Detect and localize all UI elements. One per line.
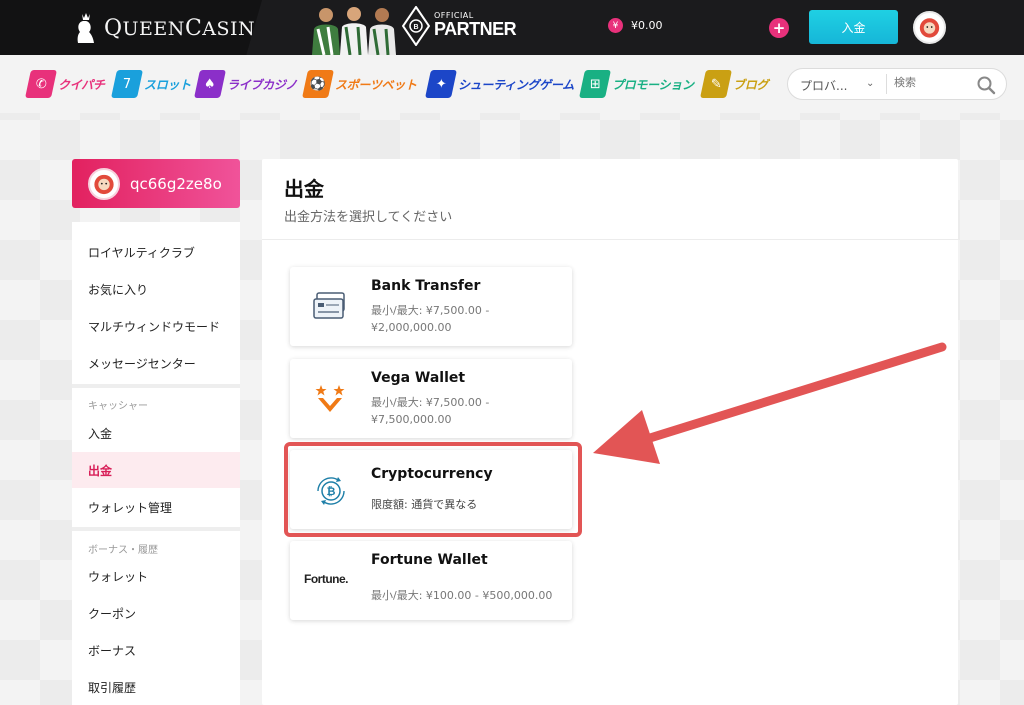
nav-label: スロット <box>144 77 191 92</box>
nav-label: スポーツベット <box>335 77 417 92</box>
nav-item-kuipachi[interactable]: ✆ クイパチ <box>25 69 105 99</box>
avatar[interactable] <box>913 11 946 44</box>
fortune-logo: Fortune. <box>304 572 349 586</box>
sidebar-item-bonus[interactable]: ボーナス <box>72 632 240 668</box>
sidebar-item-coupon[interactable]: クーポン <box>72 595 240 631</box>
avatar <box>88 167 120 200</box>
nav-item-blog[interactable]: ✎ ブログ <box>700 69 769 99</box>
nav-label: クイパチ <box>58 77 105 92</box>
sidebar-item-withdrawal[interactable]: 出金 <box>72 452 240 488</box>
sidebar-item-transaction-history[interactable]: 取引履歴 <box>72 669 240 705</box>
slot-icon: 7 <box>111 70 143 98</box>
highlight-box <box>284 442 582 537</box>
method-name: Vega Wallet <box>371 370 466 386</box>
sidebar-item-message-center[interactable]: メッセージセンター <box>72 345 240 381</box>
search-input[interactable] <box>894 76 974 89</box>
search-icon[interactable] <box>976 75 996 95</box>
section-title-cashier: キャッシャー <box>88 401 148 412</box>
phone-icon: ✆ <box>25 70 57 98</box>
nav-label: ブログ <box>733 77 769 92</box>
sidebar-item-multi-window[interactable]: マルチウィンドウモード <box>72 308 240 344</box>
search-bar: プロバ... ⌄ <box>787 68 1007 100</box>
queen-silhouette-icon <box>77 13 94 43</box>
method-name: Bank Transfer <box>371 278 481 294</box>
svg-text:B: B <box>413 24 418 31</box>
yen-icon: ¥ <box>608 18 623 33</box>
official-partner-label: OFFICIAL PARTNER <box>434 11 517 39</box>
vega-wallet-icon <box>315 385 345 412</box>
add-funds-button[interactable]: + <box>769 18 789 38</box>
nav-item-live-casino[interactable]: ♠ ライブカジノ <box>194 69 297 99</box>
sidebar-item-favorites[interactable]: お気に入り <box>72 271 240 307</box>
divider <box>886 74 887 94</box>
nav-label: プロモーション <box>612 77 694 92</box>
method-name: Fortune Wallet <box>371 552 488 568</box>
soccer-ball-icon: ⚽ <box>302 70 334 98</box>
sidebar-item-wallet-management[interactable]: ウォレット管理 <box>72 489 240 525</box>
user-profile-card[interactable]: qc66g2ze8o <box>72 159 240 208</box>
method-limit: 最小/最大: ¥7,500.00 - ¥2,000,000.00 <box>371 304 490 334</box>
nav-label: シューティングゲーム <box>458 77 574 92</box>
method-card-vega-wallet[interactable]: Vega Wallet 最小/最大: ¥7,500.00 - ¥7,500,00… <box>290 359 572 438</box>
nav-item-promotion[interactable]: ⊞ プロモーション <box>579 69 694 99</box>
nav-label: ライブカジノ <box>227 77 297 92</box>
sidebar-item-deposit[interactable]: 入金 <box>72 415 240 451</box>
top-header: QUEENCASINO B OFFICIAL PARTNER ¥ ¥0.00 +… <box>0 0 1024 55</box>
logo-text: QUEENCASINO <box>104 16 272 41</box>
provider-select[interactable]: プロバ... <box>800 77 847 94</box>
players-image <box>312 7 396 55</box>
gift-icon: ⊞ <box>579 70 611 98</box>
deposit-button[interactable]: 入金 <box>809 10 898 44</box>
sidebar-menu: ロイヤルティクラブ お気に入り マルチウィンドウモード メッセージセンター キャ… <box>72 222 240 705</box>
nav-item-shooting-game[interactable]: ✦ シューティングゲーム <box>425 69 574 99</box>
club-badge-icon: B <box>402 6 430 46</box>
sidebar-item-loyalty-club[interactable]: ロイヤルティクラブ <box>72 234 240 270</box>
page-subtitle: 出金方法を選択してください <box>284 210 453 225</box>
balance-display: ¥ ¥0.00 <box>608 18 663 33</box>
username: qc66g2ze8o <box>130 174 222 193</box>
nav-item-sports-bet[interactable]: ⚽ スポーツベット <box>302 69 417 99</box>
logo[interactable]: QUEENCASINO <box>0 0 262 55</box>
annotation-arrow-icon <box>593 342 947 464</box>
divider <box>72 384 240 388</box>
divider <box>262 239 958 240</box>
blog-icon: ✎ <box>700 70 732 98</box>
method-limit: 最小/最大: ¥7,500.00 - ¥7,500,000.00 <box>371 396 490 426</box>
method-card-bank-transfer[interactable]: Bank Transfer 最小/最大: ¥7,500.00 - ¥2,000,… <box>290 267 572 346</box>
sidebar-item-wallet[interactable]: ウォレット <box>72 558 240 594</box>
method-limit: 最小/最大: ¥100.00 - ¥500,000.00 <box>371 589 553 602</box>
method-card-fortune-wallet[interactable]: Fortune. Fortune Wallet 最小/最大: ¥100.00 -… <box>290 541 572 620</box>
fish-icon: ✦ <box>425 70 457 98</box>
balance-amount: ¥0.00 <box>631 19 663 32</box>
page-title: 出金 <box>284 177 324 201</box>
divider <box>72 527 240 531</box>
chevron-down-icon[interactable]: ⌄ <box>866 78 874 89</box>
section-title-bonus: ボーナス・履歴 <box>88 545 158 556</box>
nav-item-slot[interactable]: 7 スロット <box>111 69 191 99</box>
bank-card-icon <box>313 292 345 319</box>
spade-icon: ♠ <box>194 70 226 98</box>
